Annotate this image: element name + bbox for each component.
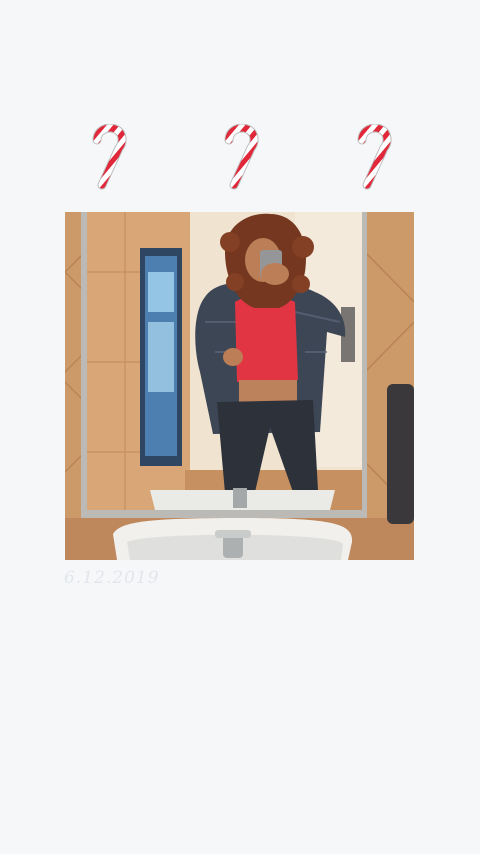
candy-cane-icon	[224, 124, 259, 190]
candy-cane-icon	[92, 124, 127, 190]
mirror-selfie-illustration	[65, 212, 414, 560]
date-stamp: 6.12.2019	[64, 568, 160, 588]
candy-cane-icon	[357, 124, 392, 190]
story-canvas: 6.12.2019	[0, 0, 480, 854]
candy-cane-sticker[interactable]	[220, 124, 260, 190]
candy-cane-sticker[interactable]	[88, 124, 128, 190]
mirror-selfie-photo[interactable]	[65, 212, 414, 560]
candy-cane-sticker[interactable]	[353, 124, 393, 190]
